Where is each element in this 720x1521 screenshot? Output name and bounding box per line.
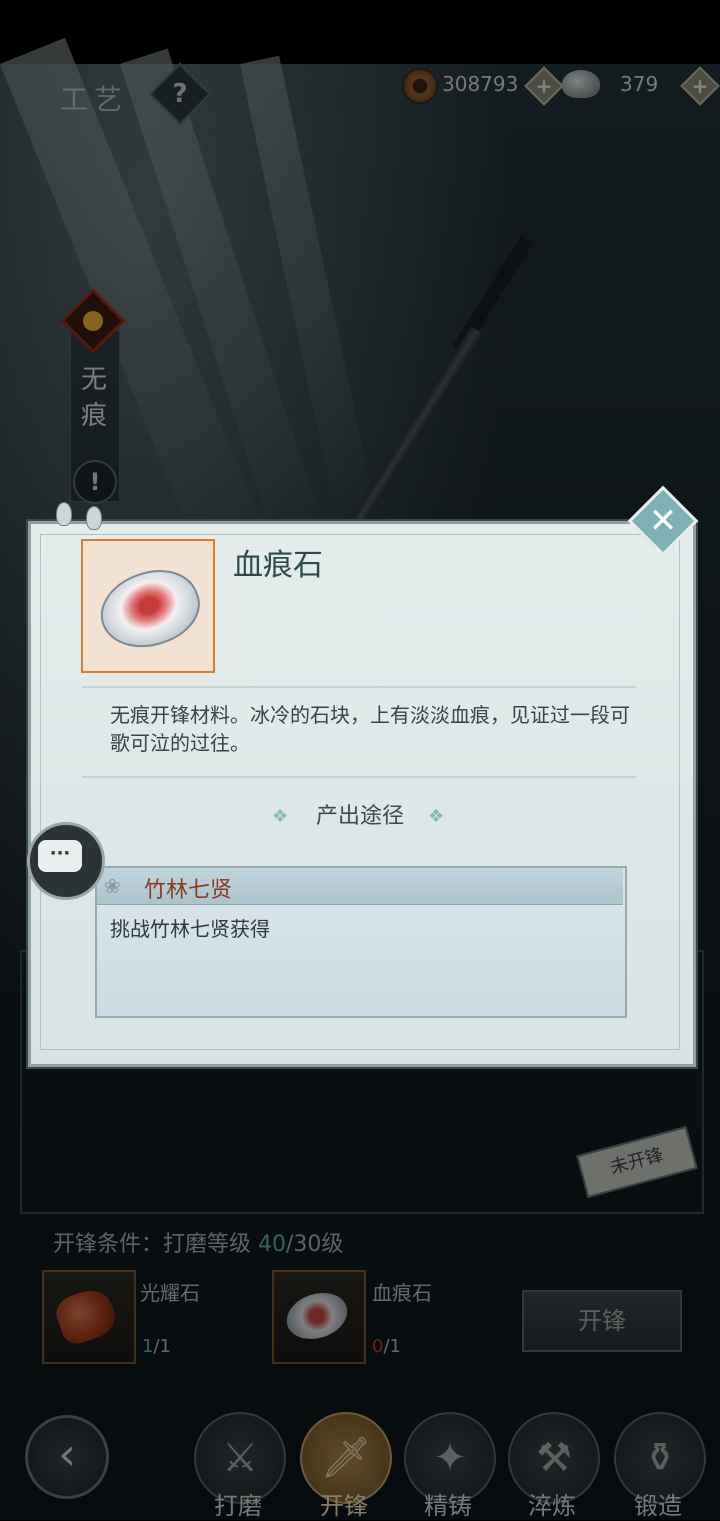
item-name: 血痕石 bbox=[233, 548, 323, 583]
divider bbox=[82, 776, 636, 778]
bird-icon bbox=[86, 506, 102, 530]
close-icon: ✕ bbox=[648, 501, 678, 541]
chat-bubble-icon: ··· bbox=[38, 840, 82, 872]
item-description: 无痕开锋材料。冰冷的石块，上有淡淡血痕，见证过一段可歌可泣的过往。 bbox=[110, 703, 630, 755]
status-bar bbox=[0, 0, 720, 64]
source-name: 竹林七贤 bbox=[144, 878, 233, 903]
diamond-ornament-icon: ❖ bbox=[428, 806, 445, 827]
lotus-icon: ❀ bbox=[104, 874, 121, 898]
divider bbox=[82, 686, 636, 688]
bird-icon bbox=[56, 502, 72, 526]
source-description: 挑战竹林七贤获得 bbox=[110, 917, 270, 941]
birds-decoration bbox=[50, 498, 120, 532]
